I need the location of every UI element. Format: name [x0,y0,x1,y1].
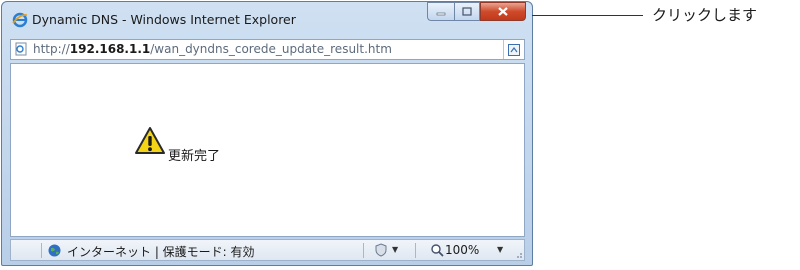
warning-icon [135,127,165,154]
maximize-icon [462,7,472,16]
status-divider [41,243,42,258]
minimize-icon [436,12,446,15]
callout-label: クリックします [652,6,758,24]
close-icon [498,7,508,16]
resize-grip-icon[interactable] [513,249,523,259]
compatibility-view-icon [508,43,520,56]
title-bar: Dynamic DNS - Windows Internet Explorer [2,2,532,36]
minimize-button[interactable] [427,2,454,21]
shield-icon[interactable] [374,243,388,257]
status-divider [415,243,416,258]
status-bar: インターネット | 保護モード: 有効 ▼ 100% ▼ [10,239,525,261]
ie-icon [12,12,28,28]
update-result-message: 更新完了 [168,149,221,164]
page-icon [15,42,27,56]
callout-leader-line [532,15,643,16]
maximize-button[interactable] [454,2,480,21]
address-bar[interactable]: http://192.168.1.1/wan_dyndns_corede_upd… [10,39,525,60]
compatibility-view-button[interactable] [503,40,524,59]
close-button[interactable] [480,2,526,21]
browser-window: Dynamic DNS - Windows Internet Explorer … [1,1,533,266]
shield-dropdown-arrow[interactable]: ▼ [392,245,398,254]
status-divider [363,243,364,258]
address-url: http://192.168.1.1/wan_dyndns_corede_upd… [33,42,392,56]
globe-icon [48,244,61,257]
window-title: Dynamic DNS - Windows Internet Explorer [32,12,296,27]
zoom-dropdown-arrow[interactable]: ▼ [497,245,503,254]
security-zone[interactable]: インターネット | 保護モード: 有効 [67,243,255,260]
page-content: 更新完了 [10,63,525,237]
zoom-icon[interactable] [430,243,444,257]
zoom-level[interactable]: 100% [445,243,479,257]
